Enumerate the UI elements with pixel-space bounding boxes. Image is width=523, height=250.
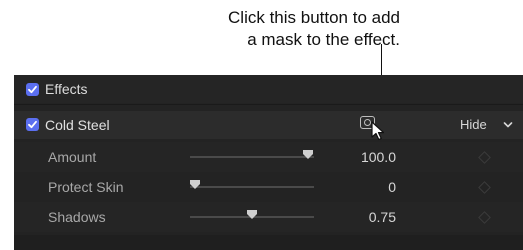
checkmark-icon [28,120,37,129]
effects-header-label: Effects [45,81,88,97]
callout: Click this button to add a mask to the e… [0,6,523,76]
keyframe-diamond-icon[interactable] [478,181,491,194]
param-row-shadows: Shadows 0.75 [14,202,523,232]
param-row-protect-skin: Protect Skin 0 [14,172,523,202]
effect-row-cold-steel[interactable]: Cold Steel Hide [14,111,523,139]
chevron-down-icon[interactable] [503,121,513,129]
effects-enable-checkbox[interactable] [26,83,39,96]
callout-line-2: a mask to the effect. [247,30,400,49]
param-label: Amount [48,149,97,165]
param-label: Protect Skin [48,179,124,195]
shadows-slider-thumb[interactable] [247,210,257,219]
callout-line-1: Click this button to add [228,8,400,27]
effect-name: Cold Steel [45,117,110,133]
hide-button[interactable]: Hide [460,117,487,132]
panel-footer [14,235,523,250]
effects-header-row: Effects [14,75,523,103]
amount-slider-thumb[interactable] [303,150,313,159]
protect-skin-slider-thumb[interactable] [190,180,200,189]
param-label: Shadows [48,209,106,225]
divider [14,104,523,105]
effects-inspector-panel: Effects Cold Steel Hide Amount 100.0 Pro… [14,75,523,250]
param-row-amount: Amount 100.0 [14,142,523,172]
keyframe-diamond-icon[interactable] [478,151,491,164]
amount-slider-track[interactable] [190,156,314,158]
keyframe-diamond-icon[interactable] [478,211,491,224]
checkmark-icon [28,85,37,94]
mouse-pointer-icon [371,121,385,141]
param-value[interactable]: 100.0 [316,149,396,165]
param-value[interactable]: 0.75 [316,209,396,225]
mask-circle-icon [364,119,371,126]
effect-enable-checkbox[interactable] [26,118,39,131]
param-value[interactable]: 0 [316,179,396,195]
protect-skin-slider-track[interactable] [190,186,314,188]
